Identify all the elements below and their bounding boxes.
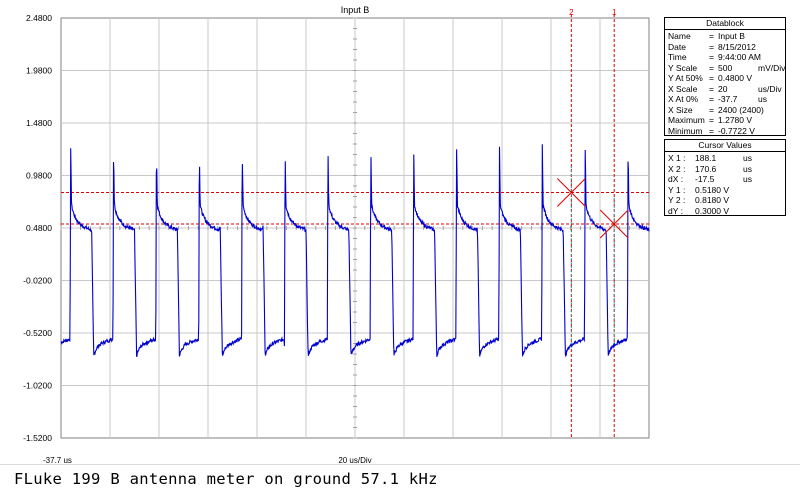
datablock-value: 0.4800 V: [718, 73, 753, 83]
datablock-row: X At 0% = -37.7 us: [665, 94, 785, 105]
cursor-value-row: X 1 : 188.1 us: [665, 153, 785, 164]
cursor-value-row: dY : 0.3000 V: [665, 206, 785, 217]
datablock-label: Name: [668, 31, 691, 41]
datablock-eq: =: [709, 125, 714, 136]
datablock-label: X At 0%: [668, 94, 699, 104]
cursor-value-row: X 2 : 170.6 us: [665, 164, 785, 175]
cursor-value-unit: us: [743, 153, 752, 163]
datablock-row: Minimum = -0.7722 V: [665, 126, 785, 137]
cursor-value-unit: us: [743, 163, 752, 174]
cursor-value-label: dX :: [668, 174, 684, 184]
datablock-label: Y At 50%: [668, 73, 703, 83]
datablock-eq: =: [709, 41, 714, 52]
datablock-value: 500: [718, 62, 733, 73]
datablock-value: -0.7722 V: [718, 125, 755, 136]
y-tick-label: 1.9800: [26, 66, 52, 76]
datablock-eq: =: [709, 83, 714, 94]
datablock-eq: =: [709, 52, 714, 62]
datablock-value: -37.7: [718, 94, 738, 104]
cursor-value-label: X 1 :: [668, 153, 686, 163]
datablock-rows: Name = Input B Date = 8/15/2012 Time = 9:44:00 A…: [665, 31, 785, 136]
cursor-2-label[interactable]: 2: [569, 8, 574, 17]
datablock-panel: Datablock Name = Input B Date = 8/15/2012 Time…: [664, 17, 786, 136]
datablock-label: Time: [668, 52, 687, 62]
y-tick-label: -0.5200: [23, 328, 52, 338]
datablock-row: Y Scale = 500 mV/Div: [665, 63, 785, 74]
datablock-eq: =: [709, 31, 714, 41]
datablock-row: Date = 8/15/2012: [665, 42, 785, 53]
cursor-value-label: Y 2 :: [668, 195, 686, 205]
datablock-value: 20: [718, 83, 728, 94]
cursor-value-value: 0.8180 V: [695, 195, 730, 205]
plot-title: Input B: [341, 5, 370, 15]
datablock-value: 2400 (2400): [718, 104, 764, 115]
y-tick-label: 0.9800: [26, 171, 52, 181]
datablock-eq: =: [709, 115, 714, 125]
y-tick-label: -1.5200: [23, 433, 52, 443]
y-tick-label: -1.0200: [23, 381, 52, 391]
y-axis-ticks: 2.4800 1.9800 1.4800 0.9800 0.4800 -0.0200 -0.…: [23, 13, 52, 443]
datablock-unit: us: [758, 94, 767, 104]
cursor-values-panel: Cursor Values X 1 :188.1 us X 2 :170.6 us dX…: [664, 139, 786, 216]
datablock-label: Y Scale: [668, 62, 698, 73]
cursor-1-label[interactable]: 1: [612, 8, 617, 17]
caption-text: FLuke 199 B antenna meter on ground 57.1…: [0, 466, 800, 493]
cursor-values-title: Cursor Values: [665, 140, 785, 152]
datablock-row: Maximum = 1.2780 V: [665, 115, 785, 126]
cursor-value-row: Y 1 : 0.5180 V: [665, 185, 785, 196]
cursor-value-label: X 2 :: [668, 163, 686, 174]
datablock-unit: mV/Div: [758, 62, 786, 73]
datablock-title: Datablock: [665, 18, 785, 30]
y-tick-label: 1.4800: [26, 118, 52, 128]
cursor-value-value: 170.6: [695, 163, 717, 174]
datablock-row: X Scale = 20 us/Div: [665, 84, 785, 95]
datablock-label: Maximum: [668, 115, 705, 125]
datablock-label: Date: [668, 41, 686, 52]
datablock-eq: =: [709, 94, 714, 104]
datablock-label: X Size: [668, 104, 693, 115]
cursor-value-value: 0.3000 V: [695, 205, 730, 216]
datablock-value: 9:44:00 AM: [718, 52, 762, 62]
datablock-eq: =: [709, 62, 714, 73]
cursor-value-row: dX : -17.5 us: [665, 174, 785, 185]
datablock-row: Name = Input B: [665, 31, 785, 42]
datablock-eq: =: [709, 73, 714, 83]
datablock-row: X Size = 2400 (2400): [665, 105, 785, 116]
datablock-label: Minimum: [668, 125, 703, 136]
cursor-values-rows: X 1 :188.1 us X 2 :170.6 us dX : -17.5 us Y 1 :…: [665, 153, 785, 216]
cursor-value-value: 188.1: [695, 153, 717, 163]
y-tick-label: -0.0200: [23, 276, 52, 286]
datablock-row: Y At 50% = 0.4800 V: [665, 73, 785, 84]
cursor-value-label: dY :: [668, 205, 683, 216]
y-tick-label: 0.4800: [26, 223, 52, 233]
datablock-value: Input B: [718, 31, 745, 41]
datablock-row: Time = 9:44:00 AM: [665, 52, 785, 63]
datablock-label: X Scale: [668, 83, 698, 94]
y-tick-label: 2.4800: [26, 13, 52, 23]
cursor-value-label: Y 1 :: [668, 184, 686, 195]
cursor-value-row: Y 2 : 0.8180 V: [665, 195, 785, 206]
caption-divider: [0, 464, 800, 465]
datablock-value: 8/15/2012: [718, 41, 756, 52]
cursor-value-unit: us: [743, 174, 752, 184]
datablock-unit: us/Div: [758, 83, 782, 94]
cursor-value-value: 0.5180 V: [695, 184, 730, 195]
datablock-eq: =: [709, 104, 714, 115]
datablock-value: 1.2780 V: [718, 115, 753, 125]
cursor-value-value: -17.5: [695, 174, 715, 184]
